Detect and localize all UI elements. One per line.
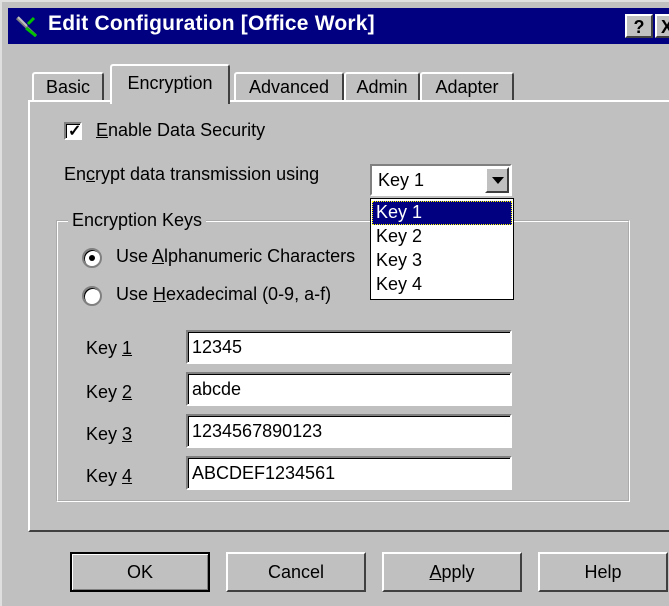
chevron-down-icon	[492, 177, 504, 184]
key2-input[interactable]	[186, 372, 512, 406]
hexadecimal-label[interactable]: Use Hexadecimal (0-9, a-f)	[116, 284, 331, 305]
network-app-icon	[15, 15, 39, 39]
key1-label: Key 1	[86, 338, 133, 358]
enable-security-checkbox[interactable]: ✓	[64, 122, 82, 140]
key3-input[interactable]	[186, 414, 512, 448]
help-button[interactable]: Help	[538, 552, 668, 592]
key4-label: Key 4	[86, 466, 133, 486]
key1-input[interactable]	[186, 330, 512, 364]
tab-adapter[interactable]: Adapter	[420, 72, 514, 102]
alphanumeric-radio[interactable]	[82, 248, 102, 268]
tab-advanced[interactable]: Advanced	[234, 72, 344, 102]
key2-label: Key 2	[86, 382, 133, 402]
encrypt-key-select[interactable]: Key 1	[370, 164, 512, 196]
tab-encryption[interactable]: Encryption	[110, 64, 230, 104]
encrypt-using-label: Encrypt data transmission using	[64, 164, 320, 184]
ok-button[interactable]: OK	[70, 552, 210, 592]
hexadecimal-radio[interactable]	[82, 286, 102, 306]
tab-admin[interactable]: Admin	[344, 72, 420, 102]
close-button[interactable]: X	[655, 14, 669, 38]
apply-button[interactable]: Apply	[382, 552, 522, 592]
key3-label: Key 3	[86, 424, 133, 444]
key4-input[interactable]	[186, 456, 512, 490]
radio-dot-icon	[89, 255, 95, 261]
encrypt-key-dropdown-list: Key 1 Key 2 Key 3 Key 4	[370, 198, 514, 300]
dropdown-button[interactable]	[485, 167, 509, 193]
dialog-window: Edit Configuration [Office Work] ? X Bas…	[0, 0, 669, 606]
cancel-button[interactable]: Cancel	[226, 552, 366, 592]
dropdown-option-key3[interactable]: Key 3	[372, 249, 512, 273]
alphanumeric-label[interactable]: Use Alphanumeric Characters	[116, 246, 355, 267]
context-help-button[interactable]: ?	[625, 14, 653, 38]
dropdown-option-key2[interactable]: Key 2	[372, 225, 512, 249]
dropdown-option-key1[interactable]: Key 1	[372, 201, 512, 225]
checkmark-icon: ✓	[68, 123, 82, 140]
encrypt-key-value: Key 1	[378, 170, 425, 190]
enable-security-label[interactable]: Enable Data Security	[96, 120, 265, 141]
window-title: Edit Configuration [Office Work]	[48, 12, 375, 35]
title-bar[interactable]: Edit Configuration [Office Work] ? X	[8, 8, 669, 44]
group-title: Encryption Keys	[68, 210, 207, 231]
dropdown-option-key4[interactable]: Key 4	[372, 273, 512, 297]
tab-basic[interactable]: Basic	[32, 72, 104, 102]
